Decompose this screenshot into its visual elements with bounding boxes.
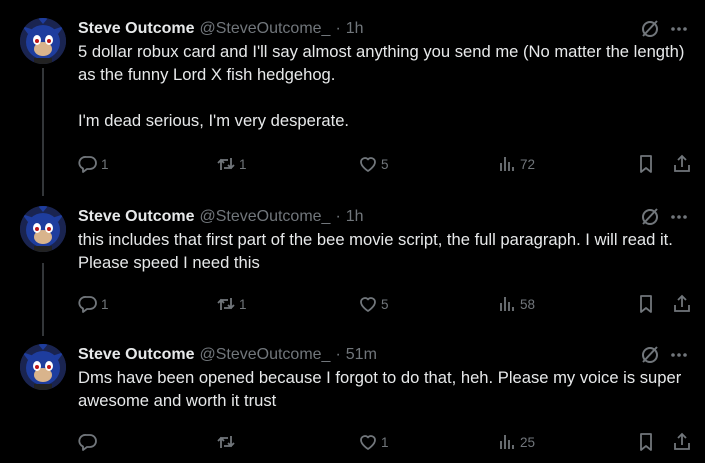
tweet-header: Steve Outcome @SteveOutcome_ · 1h (78, 206, 364, 228)
like-heart-icon (360, 157, 376, 172)
like-button[interactable]: 1 (358, 430, 389, 454)
reply-icon (78, 156, 97, 173)
tweet-paragraph: Dms have been opened because I forgot to… (78, 368, 682, 410)
share-button[interactable] (672, 152, 692, 176)
tweet-paragraph: this includes that first part of the bee… (78, 230, 673, 272)
bookmark-icon (640, 433, 652, 451)
like-count: 1 (381, 434, 389, 450)
share-button[interactable] (672, 292, 692, 316)
action-bar: 1 25 (0, 430, 705, 454)
tweet-text: this includes that first part of the bee… (78, 228, 690, 274)
grok-slash-icon[interactable] (640, 344, 660, 366)
tweet-text: Dms have been opened because I forgot to… (78, 366, 690, 412)
timestamp[interactable]: 1h (346, 18, 364, 40)
views-button[interactable]: 25 (497, 430, 535, 454)
like-heart-icon (360, 435, 376, 450)
timestamp[interactable]: 51m (346, 344, 377, 366)
view-count: 72 (520, 156, 536, 172)
bookmark-button[interactable] (636, 430, 656, 454)
tweet-header: Steve Outcome @SteveOutcome_ · 1h (78, 18, 364, 40)
tweet-paragraph: 5 dollar robux card and I'll say almost … (78, 42, 685, 84)
avatar[interactable] (20, 344, 66, 390)
display-name[interactable]: Steve Outcome (78, 18, 194, 40)
more-dots-icon[interactable] (667, 344, 691, 366)
like-button[interactable]: 5 (358, 152, 389, 176)
like-button[interactable]: 5 (358, 292, 389, 316)
repost-icon (217, 298, 235, 310)
views-bars-icon (500, 435, 514, 449)
user-handle[interactable]: @SteveOutcome_ (199, 344, 330, 366)
display-name[interactable]: Steve Outcome (78, 206, 194, 228)
bookmark-icon (640, 155, 652, 173)
action-bar: 1 1 5 72 (0, 152, 705, 176)
like-count: 5 (381, 156, 389, 172)
reply-button[interactable]: 1 (78, 152, 109, 176)
view-count: 25 (520, 434, 536, 450)
reply-count: 1 (101, 296, 109, 312)
reply-icon (78, 296, 97, 313)
action-bar: 1 1 5 58 (0, 292, 705, 316)
tweet[interactable]: Steve Outcome @SteveOutcome_ · 1h 5 doll… (0, 18, 705, 188)
repost-count: 1 (239, 156, 247, 172)
avatar[interactable] (20, 18, 66, 64)
share-button[interactable] (672, 430, 692, 454)
reply-button[interactable] (78, 430, 98, 454)
views-bars-icon (500, 297, 514, 311)
bookmark-button[interactable] (636, 292, 656, 316)
grok-slash-icon[interactable] (640, 18, 660, 40)
grok-slash-icon[interactable] (640, 206, 660, 228)
tweet-header: Steve Outcome @SteveOutcome_ · 51m (78, 344, 377, 366)
repost-icon (217, 158, 235, 170)
display-name[interactable]: Steve Outcome (78, 344, 194, 366)
bookmark-button[interactable] (636, 152, 656, 176)
tweet[interactable]: Steve Outcome @SteveOutcome_ · 51m Dms h… (0, 344, 705, 463)
view-count: 58 (520, 296, 536, 312)
share-icon (674, 432, 690, 450)
separator: · (335, 346, 341, 363)
repost-count: 1 (239, 296, 247, 312)
more-dots-icon[interactable] (667, 18, 691, 40)
views-button[interactable]: 72 (497, 152, 535, 176)
repost-button[interactable]: 1 (216, 152, 247, 176)
tweet-paragraph: I'm dead serious, I'm very desperate. (78, 111, 350, 130)
views-button[interactable]: 58 (497, 292, 535, 316)
share-icon (674, 154, 690, 172)
avatar[interactable] (20, 206, 66, 252)
repost-button[interactable]: 1 (216, 292, 247, 316)
timestamp[interactable]: 1h (346, 206, 364, 228)
reply-button[interactable]: 1 (78, 292, 109, 316)
like-heart-icon (360, 297, 376, 312)
share-icon (674, 294, 690, 312)
like-count: 5 (381, 296, 389, 312)
repost-icon (217, 436, 235, 448)
user-handle[interactable]: @SteveOutcome_ (199, 18, 330, 40)
views-bars-icon (500, 157, 514, 171)
user-handle[interactable]: @SteveOutcome_ (199, 206, 330, 228)
tweet[interactable]: Steve Outcome @SteveOutcome_ · 1h this i… (0, 206, 705, 326)
reply-icon (78, 434, 97, 451)
more-dots-icon[interactable] (667, 206, 691, 228)
separator: · (335, 208, 341, 225)
separator: · (335, 20, 341, 37)
bookmark-icon (640, 295, 652, 313)
reply-count: 1 (101, 156, 109, 172)
tweet-text: 5 dollar robux card and I'll say almost … (78, 40, 690, 132)
repost-button[interactable] (216, 430, 236, 454)
